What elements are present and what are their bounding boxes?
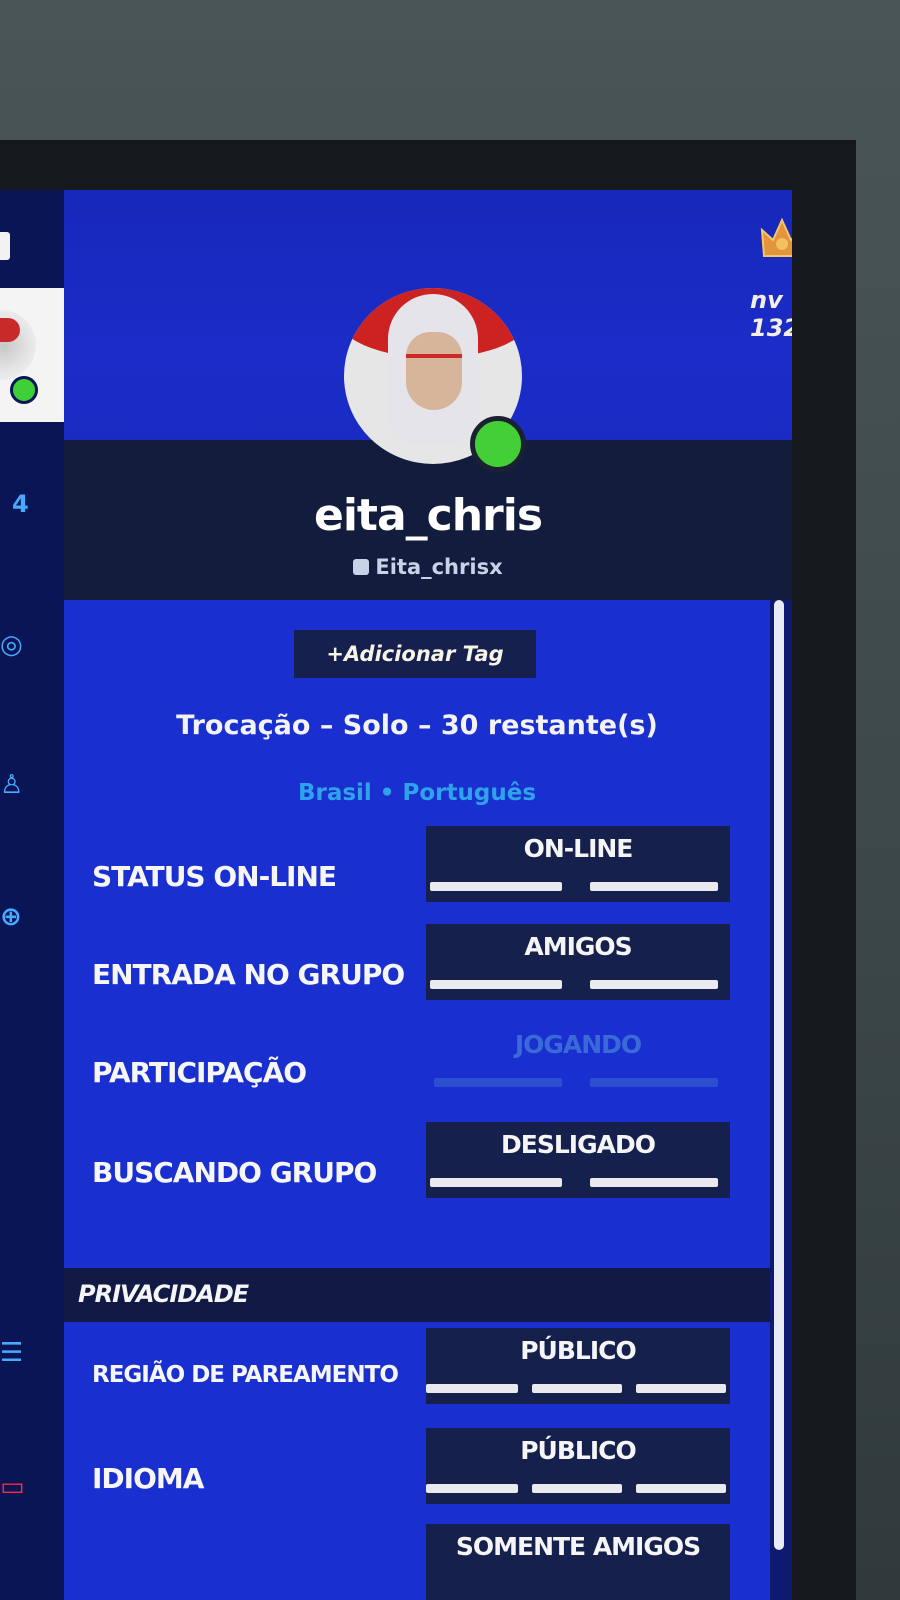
selector-value: PÚBLICO	[520, 1336, 637, 1365]
setting-label-party-join: ENTRADA NO GRUPO	[92, 958, 405, 991]
display-name: eita_chris	[313, 490, 543, 541]
region-language: Brasil • Português	[297, 780, 537, 806]
matchmaking-region-selector[interactable]: PÚBLICO	[426, 1328, 730, 1404]
platform-icon	[353, 559, 370, 575]
selector-value: DESLIGADO	[501, 1130, 656, 1159]
add-friend-icon[interactable]: ♙	[0, 770, 23, 800]
add-tag-button[interactable]: +Adicionar Tag	[294, 630, 536, 678]
privacy-label-language: IDIOMA	[92, 1462, 204, 1495]
setting-label-online-status: STATUS ON-LINE	[92, 860, 337, 893]
selector-value: AMIGOS	[524, 932, 632, 961]
selector-segment	[636, 1384, 726, 1393]
selector-segment	[532, 1484, 622, 1493]
online-status-selector[interactable]: ON-LINE	[426, 826, 730, 902]
account-handle: Eita_chrisx	[64, 555, 792, 579]
selector-segment	[532, 1384, 622, 1393]
selector-segment	[590, 1078, 718, 1087]
party-join-selector[interactable]: AMIGOS	[426, 924, 730, 1000]
selector-value: SOMENTE AMIGOS	[455, 1532, 701, 1561]
selector-value: ON-LINE	[523, 834, 634, 863]
privacy-title: PRIVACIDADE	[78, 1280, 249, 1308]
selector-segment	[430, 980, 562, 989]
rail-top-icon[interactable]	[0, 232, 10, 260]
crown-icon	[760, 217, 792, 257]
online-status-dot	[470, 416, 526, 472]
globe-icon[interactable]: ⊕	[0, 902, 22, 932]
report-icon[interactable]: ▭	[0, 1472, 25, 1502]
selector-segment	[426, 1384, 518, 1393]
left-rail: 4 ◎ ♙ ⊕ ☰ ▭	[0, 190, 64, 1600]
selector-segment	[636, 1484, 726, 1493]
selector-value: PÚBLICO	[520, 1436, 637, 1465]
friend-count: 4	[12, 490, 29, 518]
selector-segment	[430, 882, 562, 891]
language-privacy-selector[interactable]: PÚBLICO	[426, 1428, 730, 1504]
selector-segment	[590, 882, 718, 891]
party-icon[interactable]: ◎	[0, 630, 23, 660]
selector-segment	[434, 1078, 562, 1087]
selector-segment	[430, 1178, 562, 1187]
third-privacy-selector[interactable]: SOMENTE AMIGOS	[426, 1524, 730, 1600]
screen: 4 ◎ ♙ ⊕ ☰ ▭ nv 132 eita_chris Eita_chris…	[0, 190, 792, 1600]
setting-label-participation: PARTICIPAÇÃO	[92, 1056, 307, 1089]
looking-for-party-selector[interactable]: DESLIGADO	[426, 1122, 730, 1198]
level-label: nv 132	[750, 286, 792, 342]
participation-selector[interactable]: JOGANDO	[426, 1022, 730, 1098]
handle-text: Eita_chrisx	[375, 555, 503, 579]
selector-segment	[590, 1178, 718, 1187]
rail-online-dot	[10, 376, 38, 404]
game-mode-status: Trocação – Solo – 30 restante(s)	[176, 710, 658, 741]
list-icon[interactable]: ☰	[0, 1338, 23, 1368]
avatar-glasses	[406, 354, 462, 372]
selector-segment	[590, 980, 718, 989]
privacy-label-matchmaking-region: REGIÃO DE PAREAMENTO	[92, 1362, 399, 1388]
selector-segment	[426, 1484, 518, 1493]
setting-label-looking-for-party: BUSCANDO GRUPO	[92, 1156, 377, 1189]
rail-avatar[interactable]	[0, 288, 64, 422]
selector-value: JOGANDO	[514, 1030, 642, 1059]
scrollbar[interactable]	[774, 600, 784, 1550]
